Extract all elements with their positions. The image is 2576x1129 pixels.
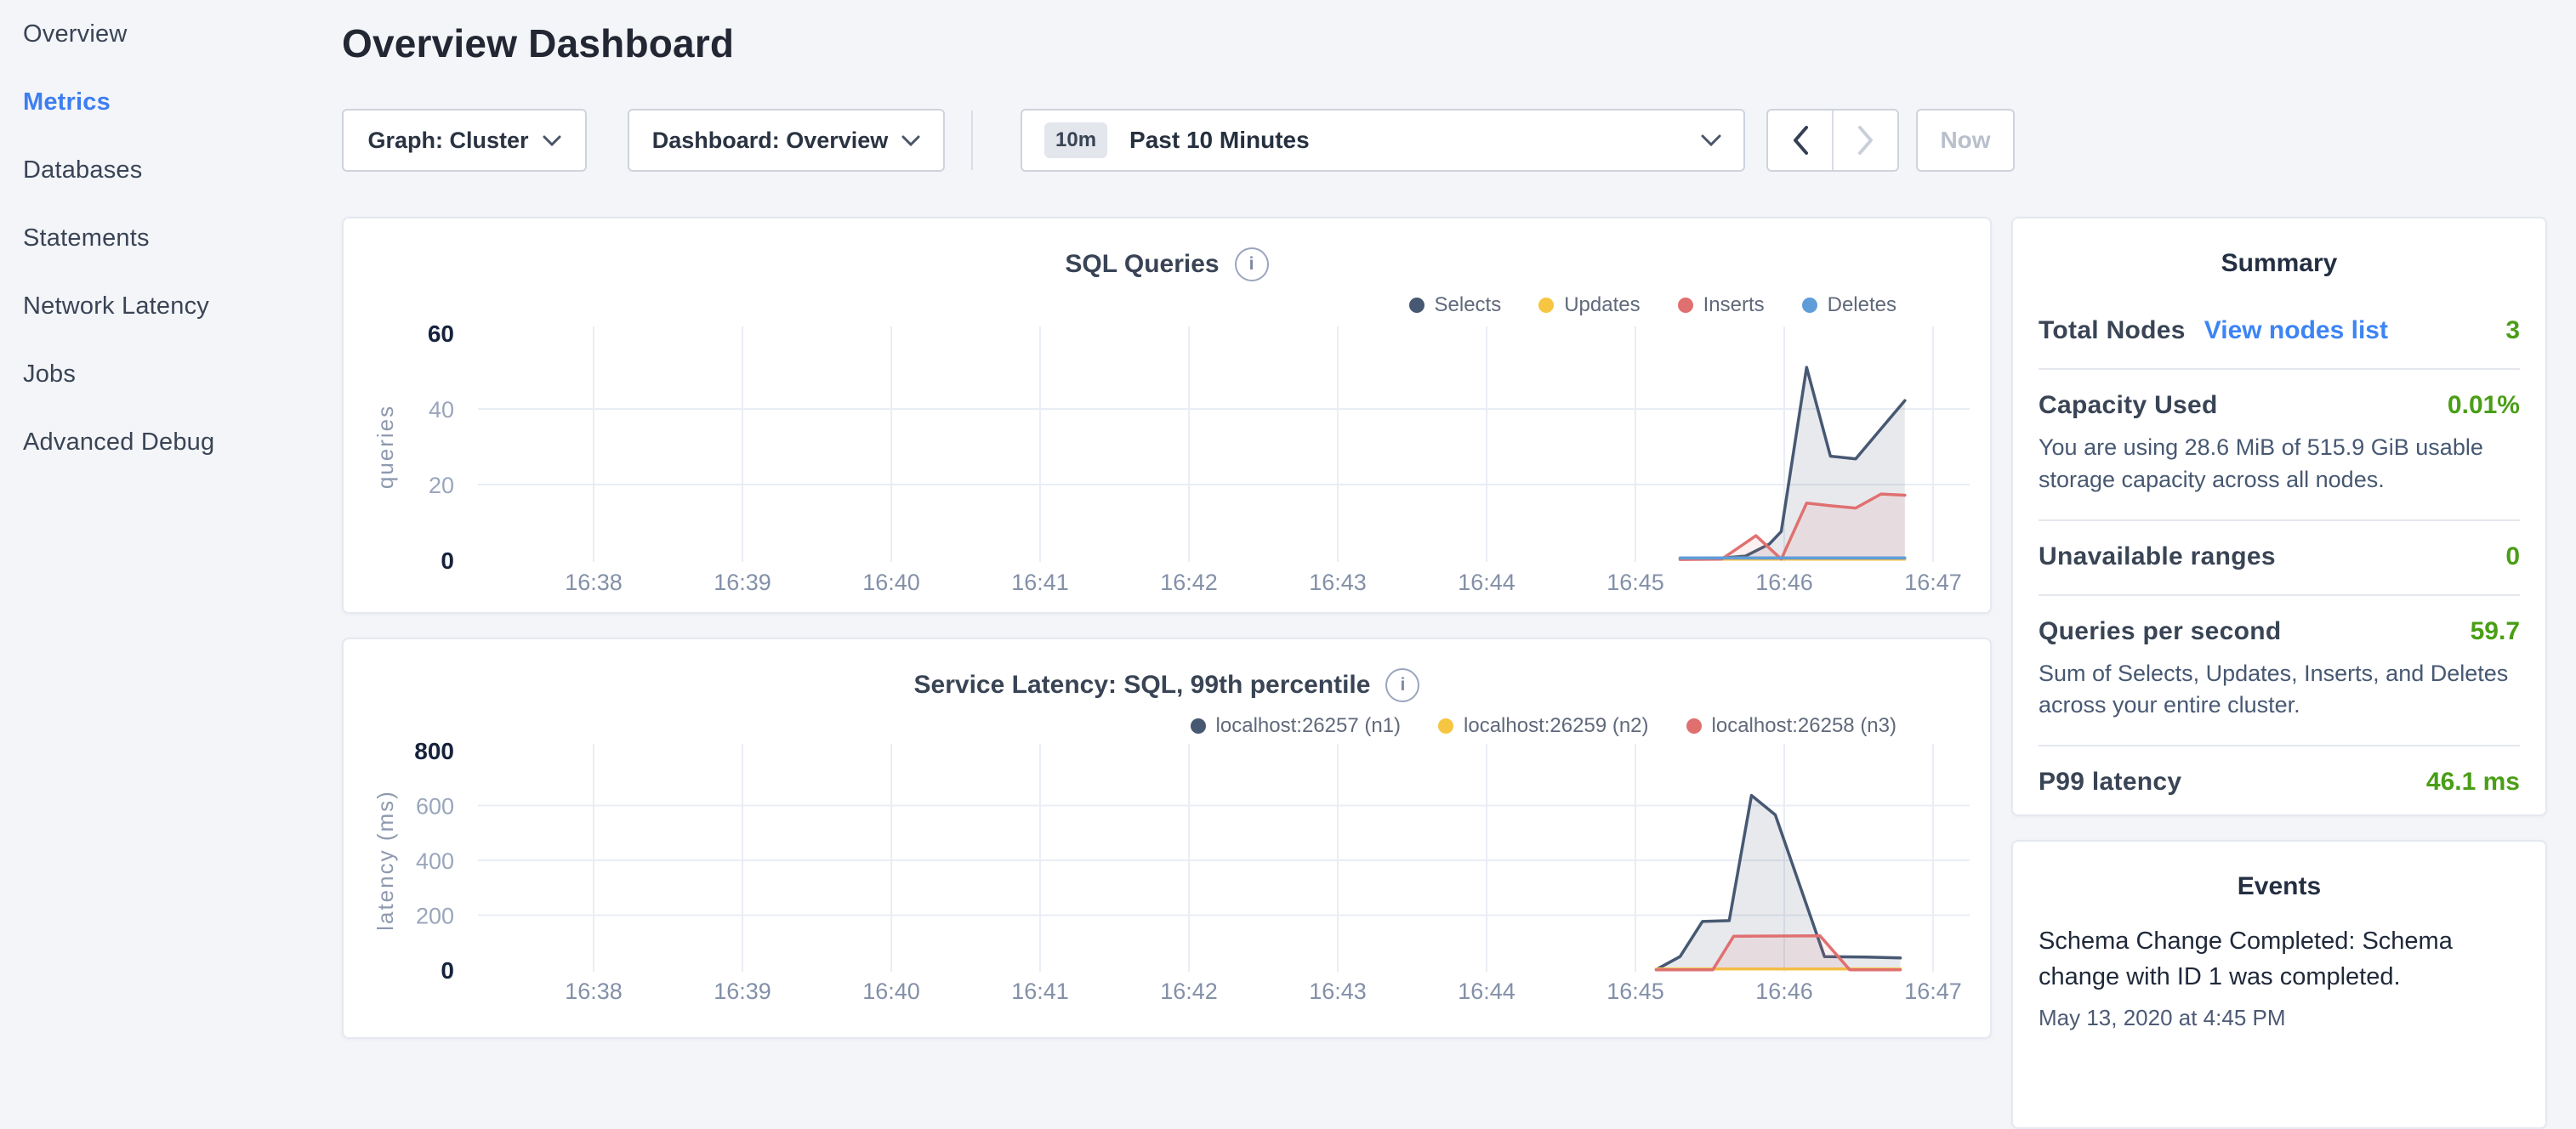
- sidebar-item-advanced-debug[interactable]: Advanced Debug: [23, 425, 342, 459]
- x-axis-tick: 16:46: [1755, 979, 1813, 1004]
- toolbar-divider: [971, 111, 973, 170]
- summary-row-unavailable-ranges: Unavailable ranges 0: [2039, 519, 2520, 594]
- summary-panel: Summary Total Nodes View nodes list 3 Capa…: [2011, 217, 2547, 816]
- x-axis-tick: 16:44: [1458, 570, 1515, 595]
- events-title: Events: [2039, 872, 2520, 901]
- summary-label: Total Nodes: [2039, 316, 2186, 345]
- sql-queries-chart-plot[interactable]: 16:38 16:39 16:40 16:41 16:42 16:43 16:44 16:45…: [344, 218, 1990, 612]
- x-axis-tick: 16:46: [1755, 570, 1813, 595]
- x-axis-tick: 16:42: [1160, 979, 1218, 1004]
- y-axis-tick: 20: [429, 473, 454, 498]
- x-axis-tick: 16:45: [1606, 979, 1664, 1004]
- previous-time-button[interactable]: [1768, 111, 1832, 170]
- y-axis-unit-label: queries: [372, 405, 398, 489]
- dashboard-label: Dashboard: Overview: [652, 128, 889, 154]
- x-axis-tick: 16:40: [862, 570, 920, 595]
- summary-label: Capacity Used: [2039, 391, 2218, 420]
- event-timestamp: May 13, 2020 at 4:45 PM: [2039, 1005, 2520, 1031]
- summary-row-capacity-used: Capacity Used 0.01% You are using 28.6 Mi…: [2039, 368, 2520, 519]
- y-axis-tick: 0: [441, 957, 454, 984]
- service-latency-chart-plot[interactable]: 16:38 16:39 16:40 16:41 16:42 16:43 16:44 16:45…: [344, 639, 1990, 1037]
- sidebar-item-statements[interactable]: Statements: [23, 221, 342, 255]
- now-button-label: Now: [1940, 127, 1990, 154]
- sidebar: Overview Metrics Databases Statements Ne…: [0, 0, 342, 1051]
- sidebar-item-network-latency[interactable]: Network Latency: [23, 289, 342, 323]
- time-range-label: Past 10 Minutes: [1129, 127, 1701, 154]
- x-axis-tick: 16:38: [565, 570, 623, 595]
- x-axis-tick: 16:47: [1904, 979, 1962, 1004]
- y-axis-tick: 60: [428, 321, 454, 347]
- summary-row-queries-per-second: Queries per second 59.7 Sum of Selects, U…: [2039, 594, 2520, 746]
- summary-description: Sum of Selects, Updates, Inserts, and De…: [2039, 658, 2515, 723]
- x-axis-tick: 16:47: [1904, 570, 1962, 595]
- summary-value: 3: [2505, 316, 2520, 345]
- y-axis-tick: 40: [429, 397, 454, 423]
- sql-queries-chart-card: SQL Queries i SelectsUpdatesInsertsDelet…: [342, 217, 1992, 614]
- summary-label: Unavailable ranges: [2039, 542, 2276, 571]
- now-button[interactable]: Now: [1916, 109, 2015, 172]
- chevron-down-icon: [543, 135, 561, 146]
- service-latency-chart-card: Service Latency: SQL, 99th percentile i …: [342, 638, 1992, 1039]
- chevron-right-icon: [1858, 126, 1874, 155]
- x-axis-tick: 16:42: [1160, 570, 1218, 595]
- event-item[interactable]: Schema Change Completed: Schema change w…: [2039, 923, 2520, 995]
- y-axis-tick: 0: [441, 547, 454, 574]
- summary-title: Summary: [2039, 249, 2520, 278]
- time-step-buttons: [1766, 109, 1899, 172]
- x-axis-tick: 16:45: [1606, 570, 1664, 595]
- chevron-down-icon: [901, 135, 920, 146]
- view-nodes-list-link[interactable]: View nodes list: [2204, 316, 2388, 345]
- y-axis-unit-label: latency (ms): [372, 790, 398, 931]
- y-axis-tick: 800: [414, 738, 454, 764]
- x-axis-tick: 16:43: [1309, 979, 1367, 1004]
- summary-label: Queries per second: [2039, 617, 2282, 646]
- summary-value: 0.01%: [2448, 391, 2520, 420]
- x-axis-tick: 16:44: [1458, 979, 1515, 1004]
- summary-description: You are using 28.6 MiB of 515.9 GiB usab…: [2039, 432, 2515, 496]
- dashboard-dropdown[interactable]: Dashboard: Overview: [628, 109, 945, 172]
- summary-value: 0: [2505, 542, 2520, 571]
- x-axis-tick: 16:39: [714, 570, 771, 595]
- summary-value: 46.1 ms: [2426, 768, 2520, 797]
- next-time-button[interactable]: [1832, 111, 1897, 170]
- x-axis-tick: 16:40: [862, 979, 920, 1004]
- summary-label: P99 latency: [2039, 768, 2181, 797]
- y-axis-tick: 200: [416, 904, 454, 929]
- chevron-left-icon: [1793, 126, 1808, 155]
- sidebar-item-jobs[interactable]: Jobs: [23, 357, 342, 391]
- events-panel: Events Schema Change Completed: Schema c…: [2011, 840, 2547, 1129]
- x-axis-tick: 16:41: [1011, 979, 1069, 1004]
- x-axis-tick: 16:39: [714, 979, 771, 1004]
- page-title: Overview Dashboard: [342, 20, 734, 66]
- time-range-picker[interactable]: 10m Past 10 Minutes: [1021, 109, 1745, 172]
- y-axis-tick: 600: [416, 794, 454, 820]
- x-axis-tick: 16:43: [1309, 570, 1367, 595]
- y-axis-tick: 400: [416, 848, 454, 874]
- graph-scope-dropdown[interactable]: Graph: Cluster: [342, 109, 587, 172]
- summary-value: 59.7: [2471, 617, 2520, 646]
- x-axis-tick: 16:41: [1011, 570, 1069, 595]
- summary-row-p99-latency: P99 latency 46.1 ms: [2039, 745, 2520, 820]
- x-axis-tick: 16:38: [565, 979, 623, 1004]
- chevron-down-icon: [1701, 134, 1721, 146]
- sidebar-item-overview[interactable]: Overview: [23, 17, 342, 51]
- sidebar-item-metrics[interactable]: Metrics: [23, 85, 342, 119]
- sidebar-item-databases[interactable]: Databases: [23, 153, 342, 187]
- time-range-badge: 10m: [1044, 122, 1107, 158]
- graph-scope-label: Graph: Cluster: [367, 128, 528, 154]
- summary-row-total-nodes: Total Nodes View nodes list 3: [2039, 295, 2520, 368]
